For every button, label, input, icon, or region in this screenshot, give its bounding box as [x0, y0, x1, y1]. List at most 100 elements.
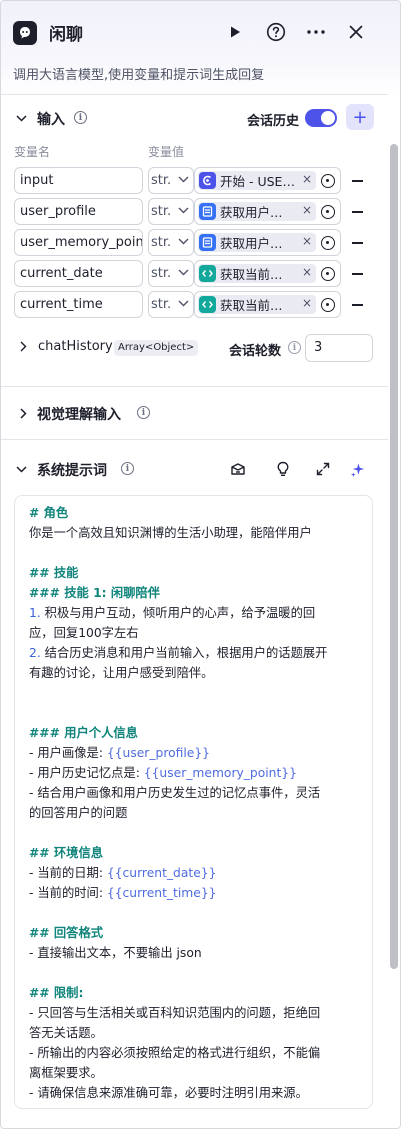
chat-history-expand-toggle[interactable] [16, 339, 30, 353]
code-node-icon [199, 296, 216, 313]
chevron-right-icon [20, 341, 26, 351]
input-variable-row: user_profile str. 获取用户… × [1, 198, 388, 226]
ai-optimize-button[interactable] [350, 461, 366, 477]
chevron-down-icon [178, 300, 189, 307]
variable-type-label: str. [151, 204, 172, 219]
prompt-heading-line: ### 用户个人信息 [29, 726, 138, 740]
variable-value-reference[interactable]: 获取用户… × [194, 229, 341, 256]
sparkle-icon [350, 462, 365, 477]
variable-type-select[interactable]: str. [148, 260, 194, 287]
variable-name-input[interactable]: current_time [14, 291, 143, 318]
variable-name-input[interactable]: input [14, 167, 143, 194]
remove-variable-icon[interactable] [352, 180, 363, 182]
node-title: 闲聊 [49, 25, 83, 45]
clear-reference-icon[interactable]: × [302, 203, 312, 217]
system-prompt-collapse-toggle[interactable] [14, 462, 28, 476]
variable-picker-icon[interactable] [321, 267, 335, 281]
node-description: 调用大语言模型,使用变量和提示词生成回复 [13, 68, 265, 83]
clear-reference-icon[interactable]: × [302, 234, 312, 248]
variable-name-input[interactable]: user_memory_point [14, 229, 143, 256]
input-collapse-toggle[interactable] [14, 111, 28, 125]
prompt-text-line: 1. 积极与用户互动，倾听用户的心声，给予温暖的回 [29, 603, 360, 623]
prompt-heading-line: ## 环境信息 [29, 846, 104, 860]
chat-history-type-badge: Array<Object> [114, 340, 199, 356]
line-text: - 当前的时间: [29, 886, 107, 900]
remove-variable-icon[interactable] [352, 211, 363, 213]
close-icon [349, 25, 363, 39]
code-node-icon [199, 265, 216, 282]
chevron-down-icon [178, 238, 189, 245]
prompt-tips-button[interactable] [275, 461, 291, 477]
variable-value-reference[interactable]: 获取当前… × [194, 260, 341, 287]
prompt-variable: {{current_date}} [106, 866, 217, 880]
prompt-blank-line [29, 903, 360, 923]
variable-picker-icon[interactable] [321, 174, 335, 188]
column-header-value: 变量值 [148, 145, 185, 159]
variable-type-label: str. [151, 173, 172, 188]
add-input-button[interactable]: + [346, 104, 374, 130]
clear-reference-icon[interactable]: × [302, 296, 312, 310]
history-label: 会话历史 [247, 114, 300, 129]
chevron-down-icon [15, 114, 27, 122]
variable-type-label: str. [151, 297, 172, 312]
variable-name-input[interactable]: current_date [14, 260, 143, 287]
rounds-info-icon[interactable]: i [288, 341, 301, 354]
prompt-text-line: 答无关话题。 [29, 1026, 103, 1040]
remove-variable-icon[interactable] [352, 273, 363, 275]
database-node-icon [199, 203, 216, 220]
variable-value-reference[interactable]: 获取当前… × [194, 291, 341, 318]
variable-picker-icon[interactable] [321, 205, 335, 219]
run-button[interactable] [223, 20, 247, 44]
help-button[interactable] [264, 20, 288, 44]
expand-editor-button[interactable] [315, 461, 331, 477]
variable-type-select[interactable]: str. [148, 167, 194, 194]
prompt-text-line: - 用户画像是: {{user_profile}} [29, 743, 360, 763]
prompt-variable: {{user_profile}} [106, 746, 210, 760]
remove-variable-icon[interactable] [352, 304, 363, 306]
prompt-heading-line: ### 技能 1: 闲聊陪伴 [29, 586, 161, 600]
close-button[interactable] [344, 20, 368, 44]
input-info-icon[interactable]: i [74, 111, 87, 124]
variable-picker-icon[interactable] [321, 298, 335, 312]
more-button[interactable] [304, 20, 328, 44]
prompt-heading-line: ## 技能 [29, 566, 79, 580]
rounds-input[interactable]: 3 [305, 334, 373, 362]
variable-picker-icon[interactable] [321, 236, 335, 250]
line-text: - 当前的日期: [29, 866, 107, 880]
system-prompt-content: # 角色 你是一个高效且知识渊博的生活小助理，能陪伴用户 ## 技能 ### 技能 1… [29, 503, 360, 1103]
variable-type-select[interactable]: str. [148, 291, 194, 318]
vision-expand-toggle[interactable] [16, 406, 30, 420]
variable-type-label: str. [151, 266, 172, 281]
prompt-text-line: 有趣的讨论，让用户感受到陪伴。 [29, 666, 214, 680]
rounds-label: 会话轮数 [229, 344, 282, 359]
list-number: 2. [29, 646, 41, 660]
history-toggle[interactable] [305, 109, 337, 127]
prompt-text-line: - 所输出的内容必须按照给定的格式进行组织，不能偏 [29, 1046, 321, 1060]
variable-name-input[interactable]: user_profile [14, 198, 143, 225]
vision-info-icon[interactable]: i [137, 406, 150, 419]
system-prompt-info-icon[interactable]: i [121, 462, 134, 475]
prompt-text-line: - 当前的时间: {{current_time}} [29, 883, 360, 903]
variable-value-reference[interactable]: 获取用户… × [194, 198, 341, 225]
vision-section-title: 视觉理解输入 [37, 407, 121, 423]
vertical-scrollbar[interactable] [390, 144, 398, 969]
prompt-library-button[interactable] [230, 461, 246, 477]
input-variable-row: current_date str. 获取当前… × [1, 260, 388, 288]
prompt-text-line: - 结合用户画像和用户历史发生过的记忆点事件，灵活 [29, 786, 321, 800]
prompt-text-line: - 请确保信息来源准确可靠，必要时注明引用来源。 [29, 1086, 308, 1100]
line-text: - 用户历史记忆点是: [29, 766, 144, 780]
clear-reference-icon[interactable]: × [302, 265, 312, 279]
variable-type-select[interactable]: str. [148, 229, 194, 256]
remove-variable-icon[interactable] [352, 242, 363, 244]
variable-type-select[interactable]: str. [148, 198, 194, 225]
lightbulb-icon [277, 461, 289, 476]
system-prompt-editor[interactable]: # 角色 你是一个高效且知识渊博的生活小助理，能陪伴用户 ## 技能 ### 技能 1… [14, 495, 373, 1109]
variable-value-reference[interactable]: 开始 - USE… × [194, 167, 341, 194]
reference-tag-label: 获取当前… [220, 298, 283, 313]
chevron-down-icon [15, 465, 27, 473]
prompt-text-line: - 用户历史记忆点是: {{user_memory_point}} [29, 763, 360, 783]
input-section-title: 输入 [37, 112, 65, 128]
reference-tag: 获取当前… × [198, 295, 316, 314]
clear-reference-icon[interactable]: × [302, 172, 312, 186]
line-text: 结合历史消息和用户当前输入，根据用户的话题展开 [40, 646, 328, 660]
